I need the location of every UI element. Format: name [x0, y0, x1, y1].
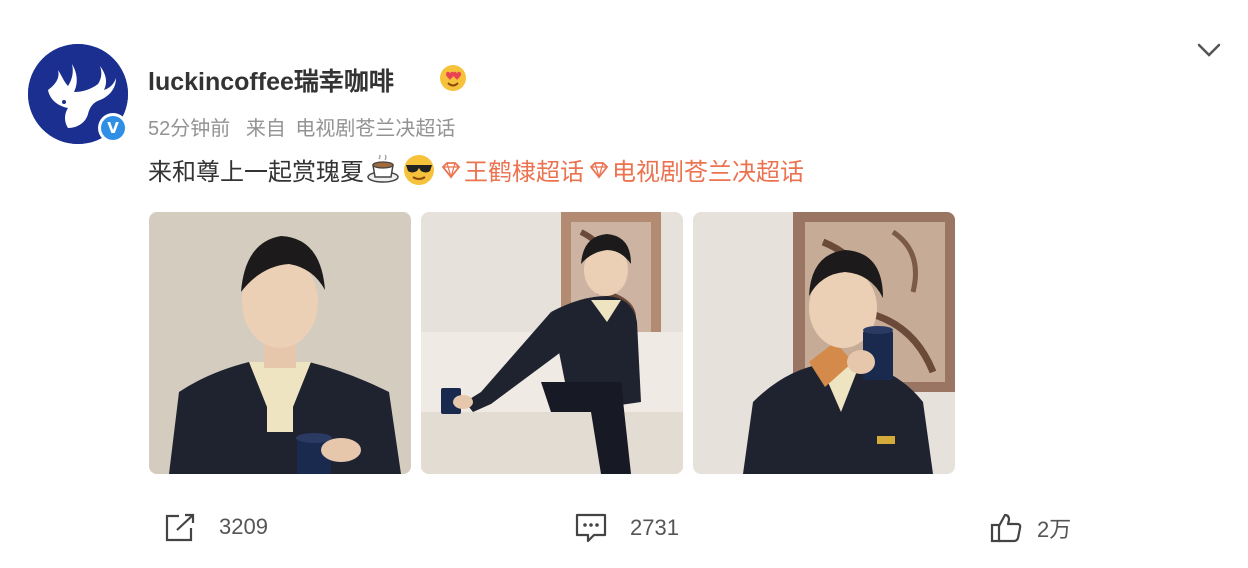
topic-diamond-icon	[589, 161, 609, 179]
post-photo-3[interactable]	[693, 212, 955, 474]
topic-label-1: 王鹤棣超话	[464, 159, 584, 186]
source-prefix: 来自	[245, 118, 286, 140]
topic-diamond-icon	[441, 161, 461, 179]
share-count: 3209	[219, 514, 268, 539]
post-time: 52分钟前	[148, 118, 231, 140]
comment-button[interactable]: 2731	[574, 512, 679, 544]
chevron-down-icon[interactable]	[1196, 40, 1222, 60]
coffee-cup-emoji	[366, 154, 400, 185]
post-photo-2[interactable]	[421, 212, 683, 474]
share-icon	[165, 513, 195, 542]
post-source[interactable]: 电视剧苍兰决超话	[295, 118, 455, 140]
sunglasses-emoji	[402, 153, 436, 187]
thumbs-up-icon	[990, 513, 1022, 543]
like-button[interactable]: 2万	[989, 512, 1071, 544]
post-photo-1[interactable]	[149, 212, 411, 474]
post-meta: 52分钟前 来自 电视剧苍兰决超话	[148, 112, 465, 141]
post-body: 来和尊上一起赏瑰夏	[148, 159, 364, 186]
verified-icon: V	[98, 113, 128, 143]
like-count: 2万	[1037, 517, 1072, 542]
comment-count: 2731	[630, 515, 679, 540]
post-text: 来和尊上一起赏瑰夏 王鹤棣超话 电视剧苍兰决超话	[148, 152, 804, 187]
heart-eyes-badge-icon	[438, 63, 468, 93]
share-button[interactable]: 3209	[163, 512, 268, 542]
topic-label-2: 电视剧苍兰决超话	[612, 159, 804, 186]
username[interactable]: luckincoffee瑞幸咖啡	[148, 62, 394, 98]
topic-link-1[interactable]: 王鹤棣超话	[436, 152, 584, 187]
comment-icon	[575, 513, 607, 543]
topic-link-2[interactable]: 电视剧苍兰决超话	[584, 152, 804, 187]
